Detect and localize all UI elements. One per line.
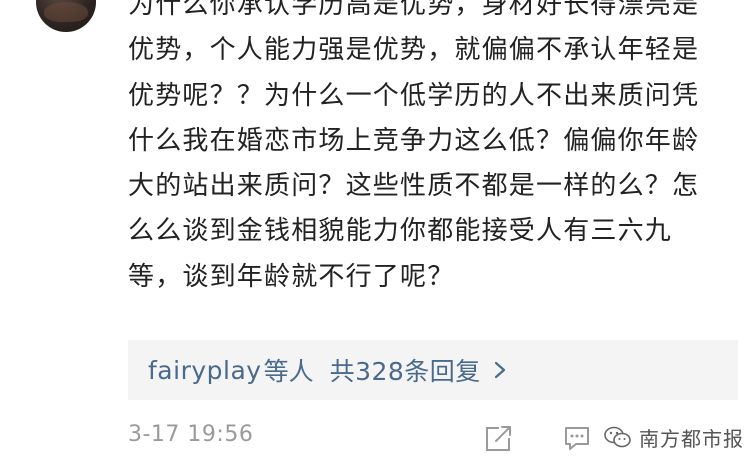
comment-icon[interactable] <box>562 423 592 453</box>
reply-users-suffix: 等人 <box>263 357 314 386</box>
reply-username[interactable]: fairyplay <box>148 356 262 385</box>
comment-timestamp: 3-17 19:56 <box>128 422 254 447</box>
wechat-icon <box>604 426 631 448</box>
avatar[interactable] <box>36 0 96 32</box>
watermark-text: 南方都市报 <box>639 426 744 451</box>
replies-summary-button[interactable]: fairyplay 等人 共328条回复 <box>128 340 738 400</box>
watermark: 南方都市报 <box>603 422 744 452</box>
comment-text: 为什么你承认学历高是优势，身材好长得漂亮是优势，个人能力强是优势，就偏偏不承认年… <box>128 0 700 292</box>
share-icon[interactable] <box>484 423 514 453</box>
reply-count-label[interactable]: 共328条回复 <box>330 352 481 388</box>
comment-page: 为什么你承认学历高是优势，身材好长得漂亮是优势，个人能力强是优势，就偏偏不承认年… <box>0 0 750 465</box>
chevron-right-icon <box>494 361 505 379</box>
